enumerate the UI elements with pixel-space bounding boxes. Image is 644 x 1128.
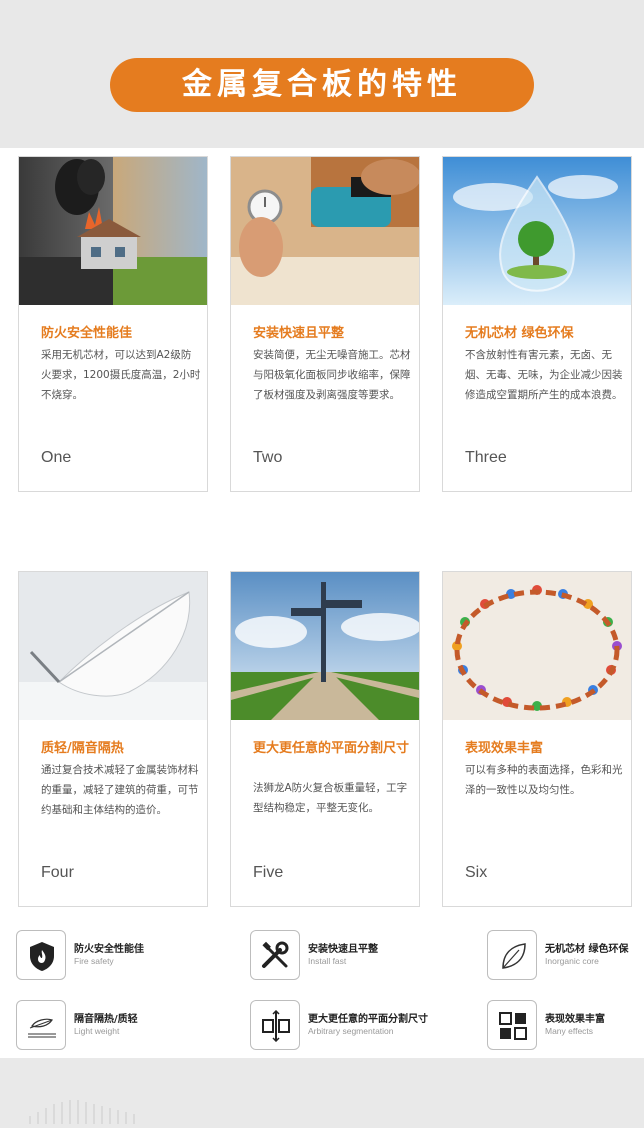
feather-image	[19, 572, 207, 720]
feature-english: Many effects	[545, 1026, 594, 1036]
decorative-lines	[29, 1100, 135, 1124]
card-number: Four	[41, 864, 74, 881]
feature-english: Arbitrary segmentation	[308, 1026, 394, 1036]
card-title: 安装快速且平整	[253, 326, 345, 341]
feature-card-3: 无机芯材 绿色环保 不含放射性有害元素，无卤、无烟、无毒、无味，为企业减少因装修…	[442, 156, 632, 492]
card-description: 法狮龙A防火复合板重量轻，工字型结构稳定，平整无变化。	[253, 782, 408, 814]
card-description: 通过复合技术减轻了金属装饰材料的重量，减轻了建筑的荷重，可节约基础和主体结构的造…	[41, 764, 199, 816]
card-description: 不含放射性有害元素，无卤、无烟、无毒、无味，为企业减少因装修造成空置期所产生的成…	[465, 349, 623, 401]
segmentation-icon	[250, 1000, 300, 1050]
shield-flame-icon	[16, 930, 66, 980]
feature-card-2: 安装快速且平整 安装简便，无尘无噪音施工。芯材与阳极氧化面板同步收缩率，保障了板…	[230, 156, 420, 492]
card-title: 更大更任意的平面分割尺寸	[253, 741, 410, 756]
feather-icon	[16, 1000, 66, 1050]
feature-card-1: 防火安全性能佳 采用无机芯材，可以达到A2级防火要求，1200摄氏度高温，2小时…	[18, 156, 208, 492]
feature-english: Light weight	[74, 1026, 120, 1036]
feature-english: Fire safety	[74, 956, 114, 966]
feature-english: Inorganic core	[545, 956, 599, 966]
feature-card-5: 更大更任意的平面分割尺寸 法狮龙A防火复合板重量轻，工字型结构稳定，平整无变化。…	[230, 571, 420, 907]
card-title: 质轻/隔音隔热	[41, 741, 124, 756]
card-title: 无机芯材 绿色环保	[465, 326, 574, 341]
page-title: 金属复合板的特性	[110, 58, 534, 112]
card-description: 安装简便，无尘无噪音施工。芯材与阳极氧化面板同步收缩率，保障了板材强度及剥离强度…	[253, 349, 411, 401]
card-number: Two	[253, 449, 283, 466]
feature-name: 无机芯材 绿色环保	[545, 944, 629, 955]
fire-house-image	[19, 157, 207, 305]
card-description: 可以有多种的表面选择，色彩和光泽的一致性以及均匀性。	[465, 764, 623, 796]
feature-card-4: 质轻/隔音隔热 通过复合技术减轻了金属装饰材料的重量，减轻了建筑的荷重，可节约基…	[18, 571, 208, 907]
eco-tree-droplet-image	[443, 157, 631, 305]
card-number: One	[41, 449, 72, 466]
feature-card-6: 表现效果丰富 可以有多种的表面选择，色彩和光泽的一致性以及均匀性。 Six	[442, 571, 632, 907]
card-title: 表现效果丰富	[465, 741, 544, 756]
footer-band	[0, 1058, 644, 1124]
card-number: Five	[253, 864, 284, 881]
feature-name: 表现效果丰富	[545, 1014, 605, 1025]
grid-icon	[487, 1000, 537, 1050]
card-description: 采用无机芯材，可以达到A2级防火要求，1200摄氏度高温，2小时不烧穿。	[41, 349, 201, 401]
feature-english: Install fast	[308, 956, 347, 966]
card-number: Three	[465, 449, 507, 466]
people-circle-image	[443, 572, 631, 720]
leaf-icon	[487, 930, 537, 980]
feature-name: 防火安全性能佳	[74, 944, 144, 955]
tools-icon	[250, 930, 300, 980]
feature-name: 安装快速且平整	[308, 944, 378, 955]
feature-name: 隔音隔热/质轻	[74, 1014, 138, 1025]
header-band: 金属复合板的特性	[0, 0, 644, 148]
install-tools-image	[231, 157, 419, 305]
feature-name: 更大更任意的平面分割尺寸	[308, 1014, 428, 1025]
card-number: Six	[465, 864, 488, 881]
card-title: 防火安全性能佳	[41, 326, 133, 341]
signpost-road-image	[231, 572, 419, 720]
